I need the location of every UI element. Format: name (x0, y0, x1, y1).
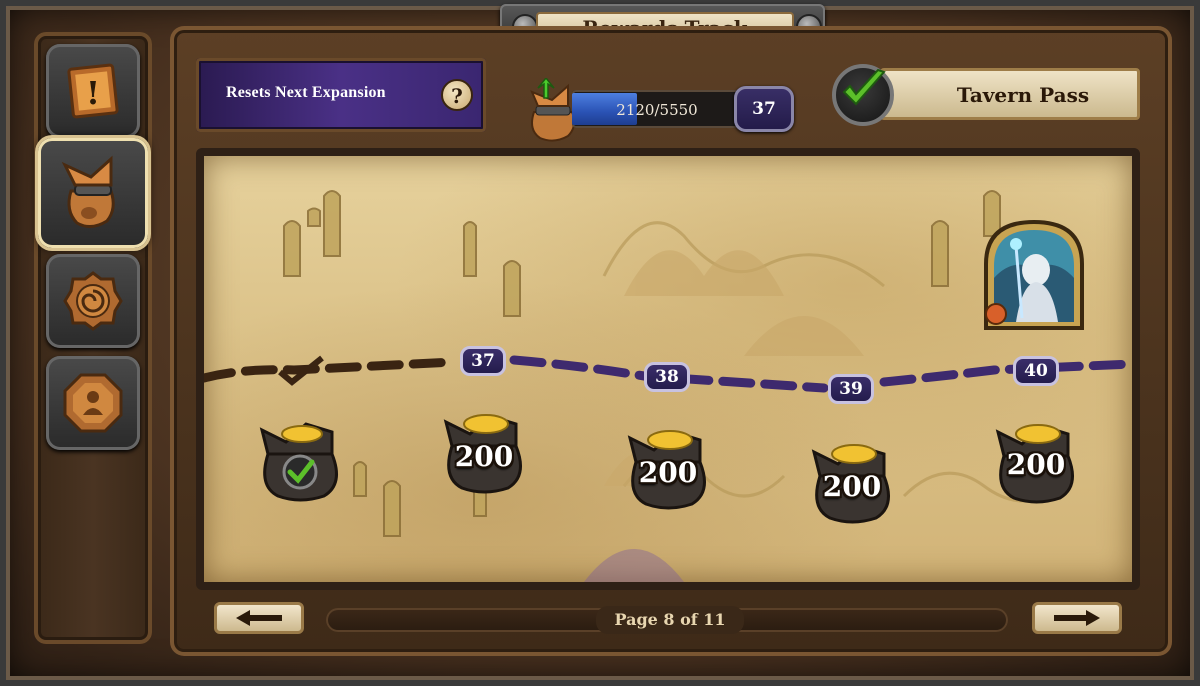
help-button[interactable]: ? (441, 79, 473, 111)
sidebar-tab-profile[interactable] (46, 356, 140, 450)
checkmark-icon (842, 68, 886, 106)
reward-amount: 200 (454, 440, 514, 473)
sidebar-tab-quests[interactable]: ! (46, 44, 140, 138)
prev-page-button[interactable] (214, 602, 304, 634)
reward-amount: 200 (1006, 448, 1066, 481)
page-indicator: Page 8 of 11 (596, 606, 744, 634)
sidebar-tab-events[interactable] (46, 254, 140, 348)
tavern-pass-owned-badge (832, 64, 894, 126)
gold-bag-icon (259, 422, 338, 502)
achievement-icon (63, 373, 123, 433)
reward-item-gold[interactable]: 200 (986, 408, 1086, 518)
reward-bag-icon (61, 155, 115, 228)
reset-label: Resets Next Expansion (226, 84, 386, 101)
level-marker: 39 (828, 374, 874, 404)
reward-item-gold[interactable]: 200 (802, 428, 902, 538)
current-level-badge: 37 (734, 86, 794, 132)
tavern-pass-button[interactable]: Tavern Pass (880, 68, 1140, 120)
arrow-right-icon (1054, 610, 1100, 626)
reward-amount: 200 (638, 456, 698, 489)
hero-portrait-icon[interactable] (982, 218, 1086, 332)
swirl-icon (63, 271, 123, 331)
level-marker: 38 (644, 362, 690, 392)
xp-progress-text: 2120/5550 (616, 101, 698, 119)
next-page-button[interactable] (1032, 602, 1122, 634)
level-marker: 40 (1013, 356, 1059, 386)
quest-scroll-icon: ! (67, 63, 119, 119)
reward-item-claimed[interactable] (250, 406, 350, 516)
svg-text:!: ! (86, 74, 100, 112)
reward-amount: 200 (822, 470, 882, 503)
reward-item-gold[interactable]: 200 (618, 414, 718, 524)
sidebar-tab-rewards-track[interactable] (38, 138, 148, 248)
reward-item-gold[interactable]: 200 (434, 398, 534, 508)
level-marker: 37 (460, 346, 506, 376)
arrow-left-icon (236, 610, 282, 626)
